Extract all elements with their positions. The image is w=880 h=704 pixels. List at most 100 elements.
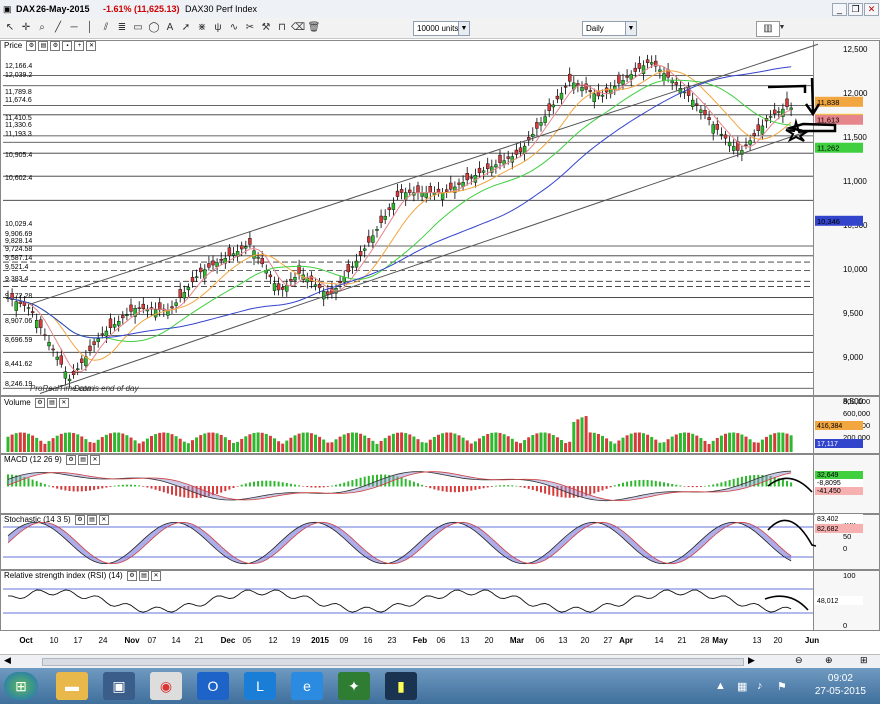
volume-bar	[322, 439, 326, 452]
file-explorer-icon[interactable]: ▬	[56, 672, 88, 700]
candle-body	[18, 301, 22, 304]
flag-icon[interactable]: ⚑	[777, 680, 787, 693]
fit-icon[interactable]: ⊞	[860, 655, 868, 666]
macd-histogram-bar	[683, 486, 686, 487]
remote-desktop-icon[interactable]: ▣	[103, 672, 135, 700]
x-axis-label: 21	[195, 636, 204, 645]
candle-body	[88, 345, 92, 351]
x-axis-label: Feb	[413, 636, 427, 645]
wrench-icon[interactable]: ⚙	[126, 571, 137, 581]
system-clock[interactable]: 09:02 27-05-2015	[815, 672, 866, 698]
zoom-in-icon[interactable]: ⊕	[825, 655, 833, 666]
scroll-track[interactable]	[42, 658, 744, 666]
candle-body	[256, 257, 260, 259]
internet-explorer-icon[interactable]: e	[291, 672, 323, 700]
prorealtime-icon[interactable]: ▮	[385, 672, 417, 700]
chart-icon[interactable]: ▤	[38, 41, 49, 51]
chart-icon[interactable]: ▤	[46, 398, 57, 408]
volume-bar	[588, 432, 592, 452]
volume-bar	[564, 443, 568, 452]
macd-histogram-bar	[318, 486, 321, 488]
panel-close-icon[interactable]: ✕	[150, 571, 161, 581]
candle-body	[543, 116, 547, 123]
candle-body	[190, 277, 195, 283]
candle-body	[354, 260, 359, 268]
chart-scroll-bar[interactable]: ◀ ▶ ⊖ ⊕ ⊞	[0, 654, 880, 668]
zoom-icon[interactable]: +	[74, 41, 85, 51]
volume-icon[interactable]: ♪	[757, 680, 763, 692]
volume-bar	[289, 437, 293, 452]
volume-bar	[732, 432, 736, 452]
macd-histogram-bar	[417, 483, 419, 487]
panel-close-icon[interactable]: ✕	[58, 398, 69, 408]
volume-bar	[355, 432, 358, 452]
macd-histogram-bar	[425, 486, 428, 487]
candle-body	[268, 274, 273, 278]
chart-icon[interactable]: ▤	[86, 515, 97, 525]
level-label: 9,521.4	[5, 264, 28, 271]
volume-bar	[748, 439, 752, 452]
candle-body	[342, 277, 346, 283]
wrench-icon[interactable]: ⚙	[34, 398, 45, 408]
volume-bar	[715, 438, 719, 452]
clock-time: 09:02	[827, 673, 853, 684]
chart-canvas[interactable]: 12,166.4 12,039.2 11,789.811,674.6 11,410.5…	[0, 0, 880, 654]
lock-icon[interactable]: ▪	[62, 41, 73, 51]
candle-body	[531, 134, 535, 137]
scroll-left-icon[interactable]: ◀	[4, 655, 11, 666]
macd-histogram-bar	[445, 486, 448, 492]
macd-histogram-bar	[511, 485, 514, 487]
panel-close-icon[interactable]: ✕	[90, 455, 101, 465]
candle-body	[313, 284, 318, 287]
volume-bar	[400, 432, 404, 452]
green-app-icon[interactable]: ✦	[338, 672, 370, 700]
volume-bar	[334, 439, 338, 452]
outlook-icon[interactable]: O	[197, 672, 229, 700]
volume-bar	[523, 440, 527, 452]
macd-histogram-bar	[781, 479, 784, 487]
chart-icon[interactable]: ▤	[138, 571, 149, 581]
macd-histogram-bar	[507, 485, 510, 487]
volume-bar	[678, 433, 682, 452]
macd-histogram-bar	[667, 483, 670, 487]
macd-histogram-bar	[166, 486, 169, 494]
lync-icon[interactable]: L	[244, 672, 276, 700]
settings-icon[interactable]: ⚙	[50, 41, 61, 51]
chrome-icon[interactable]: ◉	[150, 672, 182, 700]
macd-histogram-bar	[531, 486, 534, 490]
volume-bar	[449, 432, 453, 452]
candle-body	[317, 283, 322, 289]
x-axis-label: Jun	[805, 636, 819, 645]
panel-close-icon[interactable]: ✕	[98, 515, 109, 525]
macd-histogram-bar	[474, 486, 477, 490]
start-button-icon[interactable]: ⊞	[4, 672, 38, 700]
wrench-icon[interactable]: ⚙	[66, 455, 77, 465]
macd-histogram-bar	[248, 482, 251, 487]
volume-bar	[252, 432, 256, 452]
windows-taskbar: ⊞ ▬ ▣ ◉ O L e ✦ ▮ ▲ ▦ ♪ ⚑ 09:02 27-05-20…	[0, 668, 880, 704]
volume-bar	[191, 440, 194, 452]
x-axis-label: 20	[774, 636, 783, 645]
wrench-icon[interactable]: ⚙	[74, 515, 85, 525]
volume-bar	[769, 434, 773, 452]
volume-bar	[145, 438, 149, 452]
zoom-out-icon[interactable]: ⊖	[795, 655, 803, 666]
scroll-right-icon[interactable]: ▶	[748, 655, 755, 666]
macd-histogram-bar	[150, 486, 153, 489]
macd-histogram-bar	[343, 482, 346, 487]
volume-bar	[182, 441, 186, 452]
level-label: 10,602.4	[5, 175, 32, 182]
candle-body	[428, 186, 432, 193]
volume-bar	[625, 435, 629, 452]
tray-arrow-icon[interactable]: ▲	[715, 680, 726, 692]
volume-bar	[215, 433, 219, 452]
panel-close-icon[interactable]: ✕	[86, 41, 97, 51]
wrench-icon[interactable]: ⚙	[26, 41, 37, 51]
volume-bar	[297, 433, 301, 452]
macd-histogram-bar	[93, 486, 96, 490]
network-icon[interactable]: ▦	[737, 680, 747, 693]
candle-body	[104, 330, 109, 337]
chart-icon[interactable]: ▤	[78, 455, 89, 465]
volume-bar	[100, 437, 104, 452]
candle-body	[756, 124, 760, 131]
